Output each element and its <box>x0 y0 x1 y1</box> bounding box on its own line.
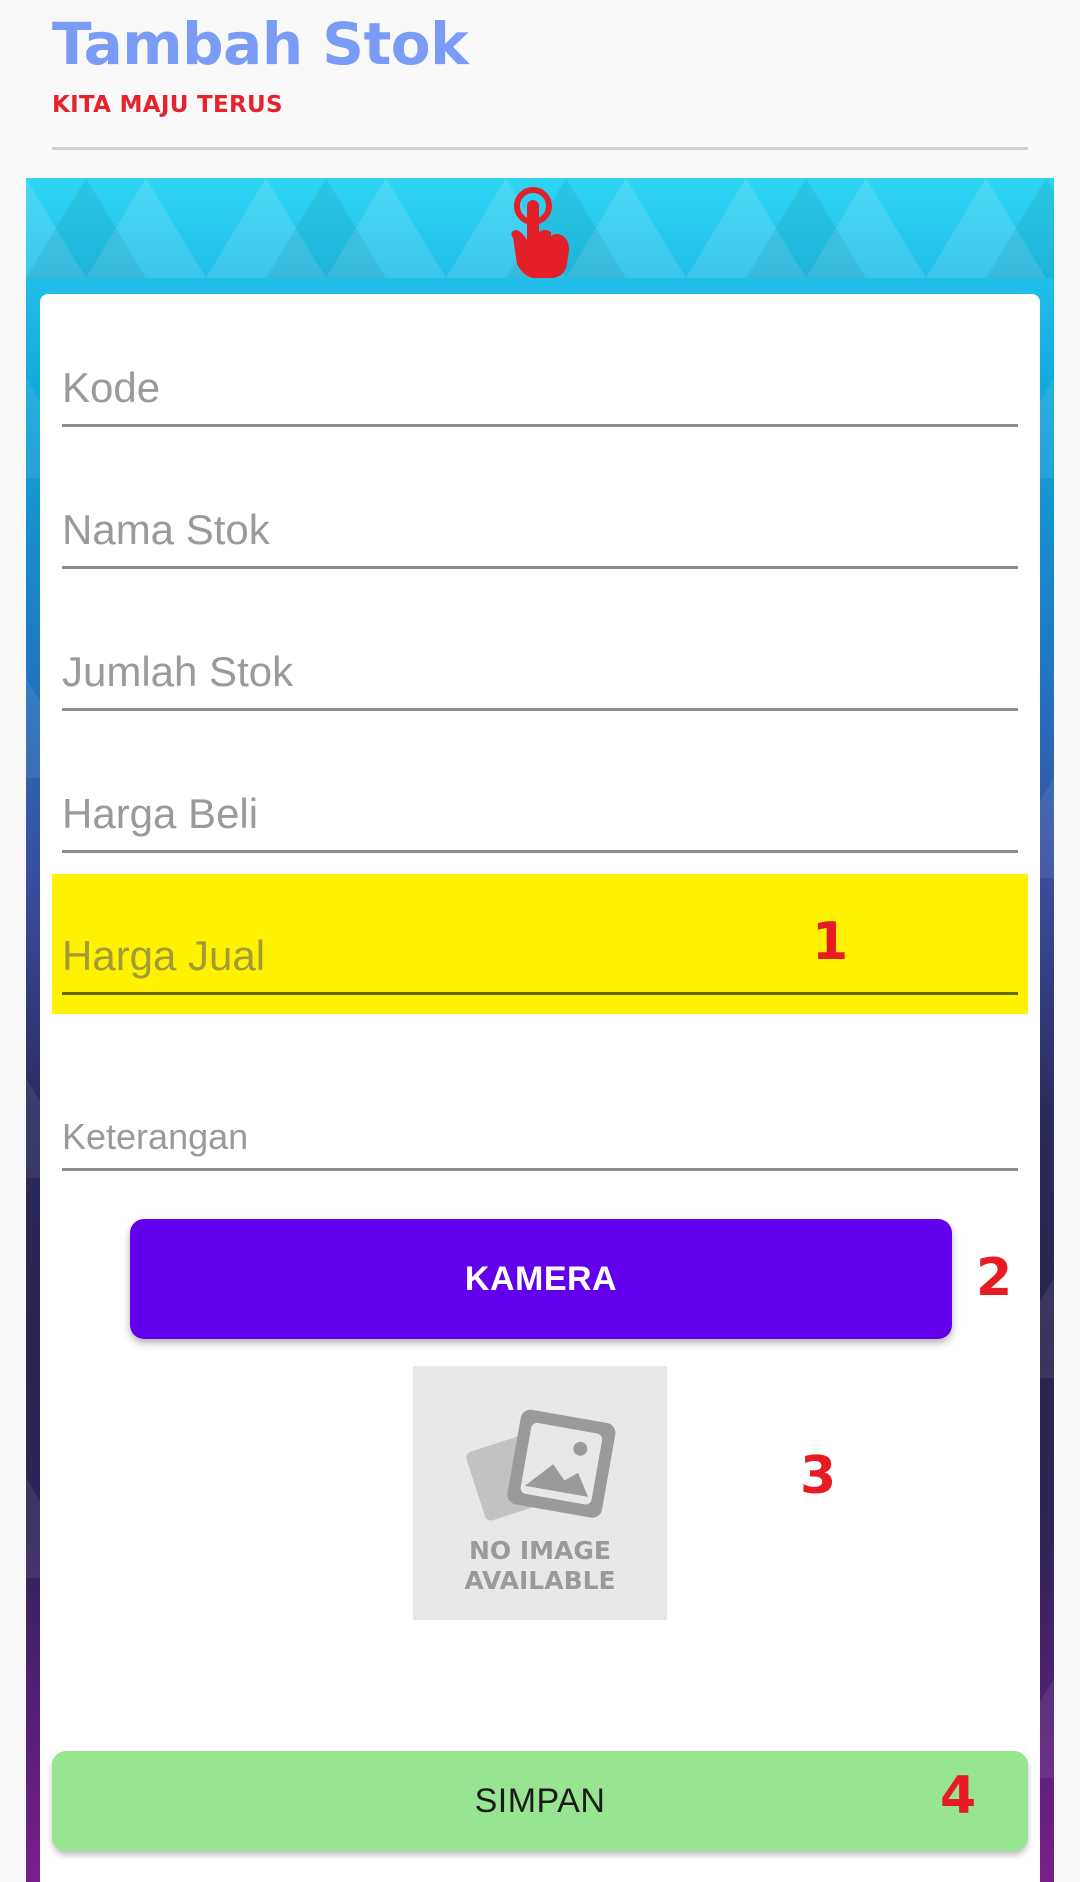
no-image-line1: NO IMAGE <box>468 1536 611 1565</box>
page-subtitle: KITA MAJU TERUS <box>52 92 283 118</box>
kamera-button[interactable]: KAMERA <box>130 1219 952 1339</box>
keterangan-underline <box>62 1168 1018 1171</box>
nama-stok-placeholder: Nama Stok <box>62 506 270 553</box>
kode-underline <box>62 424 1018 427</box>
touch-hand-icon <box>511 187 569 278</box>
harga-beli-placeholder: Harga Beli <box>62 790 259 837</box>
harga-jual-placeholder: Harga Jual <box>62 932 266 979</box>
annotation-4: 4 <box>940 1766 977 1826</box>
annotation-3: 3 <box>800 1446 837 1506</box>
jumlah-stok-placeholder: Jumlah Stok <box>62 648 294 695</box>
jumlah-stok-underline <box>62 708 1018 711</box>
annotation-2: 2 <box>976 1248 1013 1308</box>
page-title: Tambah Stok <box>52 10 469 78</box>
harga-beli-underline <box>62 850 1018 853</box>
header-divider <box>52 147 1028 150</box>
keterangan-placeholder: Keterangan <box>62 1116 249 1157</box>
image-preview[interactable]: NO IMAGE AVAILABLE <box>413 1366 667 1620</box>
simpan-button[interactable]: SIMPAN <box>52 1751 1028 1851</box>
no-image-line2: AVAILABLE <box>464 1566 616 1595</box>
nama-stok-underline <box>62 566 1018 569</box>
form-card: Kode Nama Stok Jumlah Stok Harga Beli Ha… <box>40 294 1040 1882</box>
kode-placeholder: Kode <box>62 364 161 411</box>
harga-jual-underline <box>62 992 1018 995</box>
annotation-1: 1 <box>812 912 849 972</box>
